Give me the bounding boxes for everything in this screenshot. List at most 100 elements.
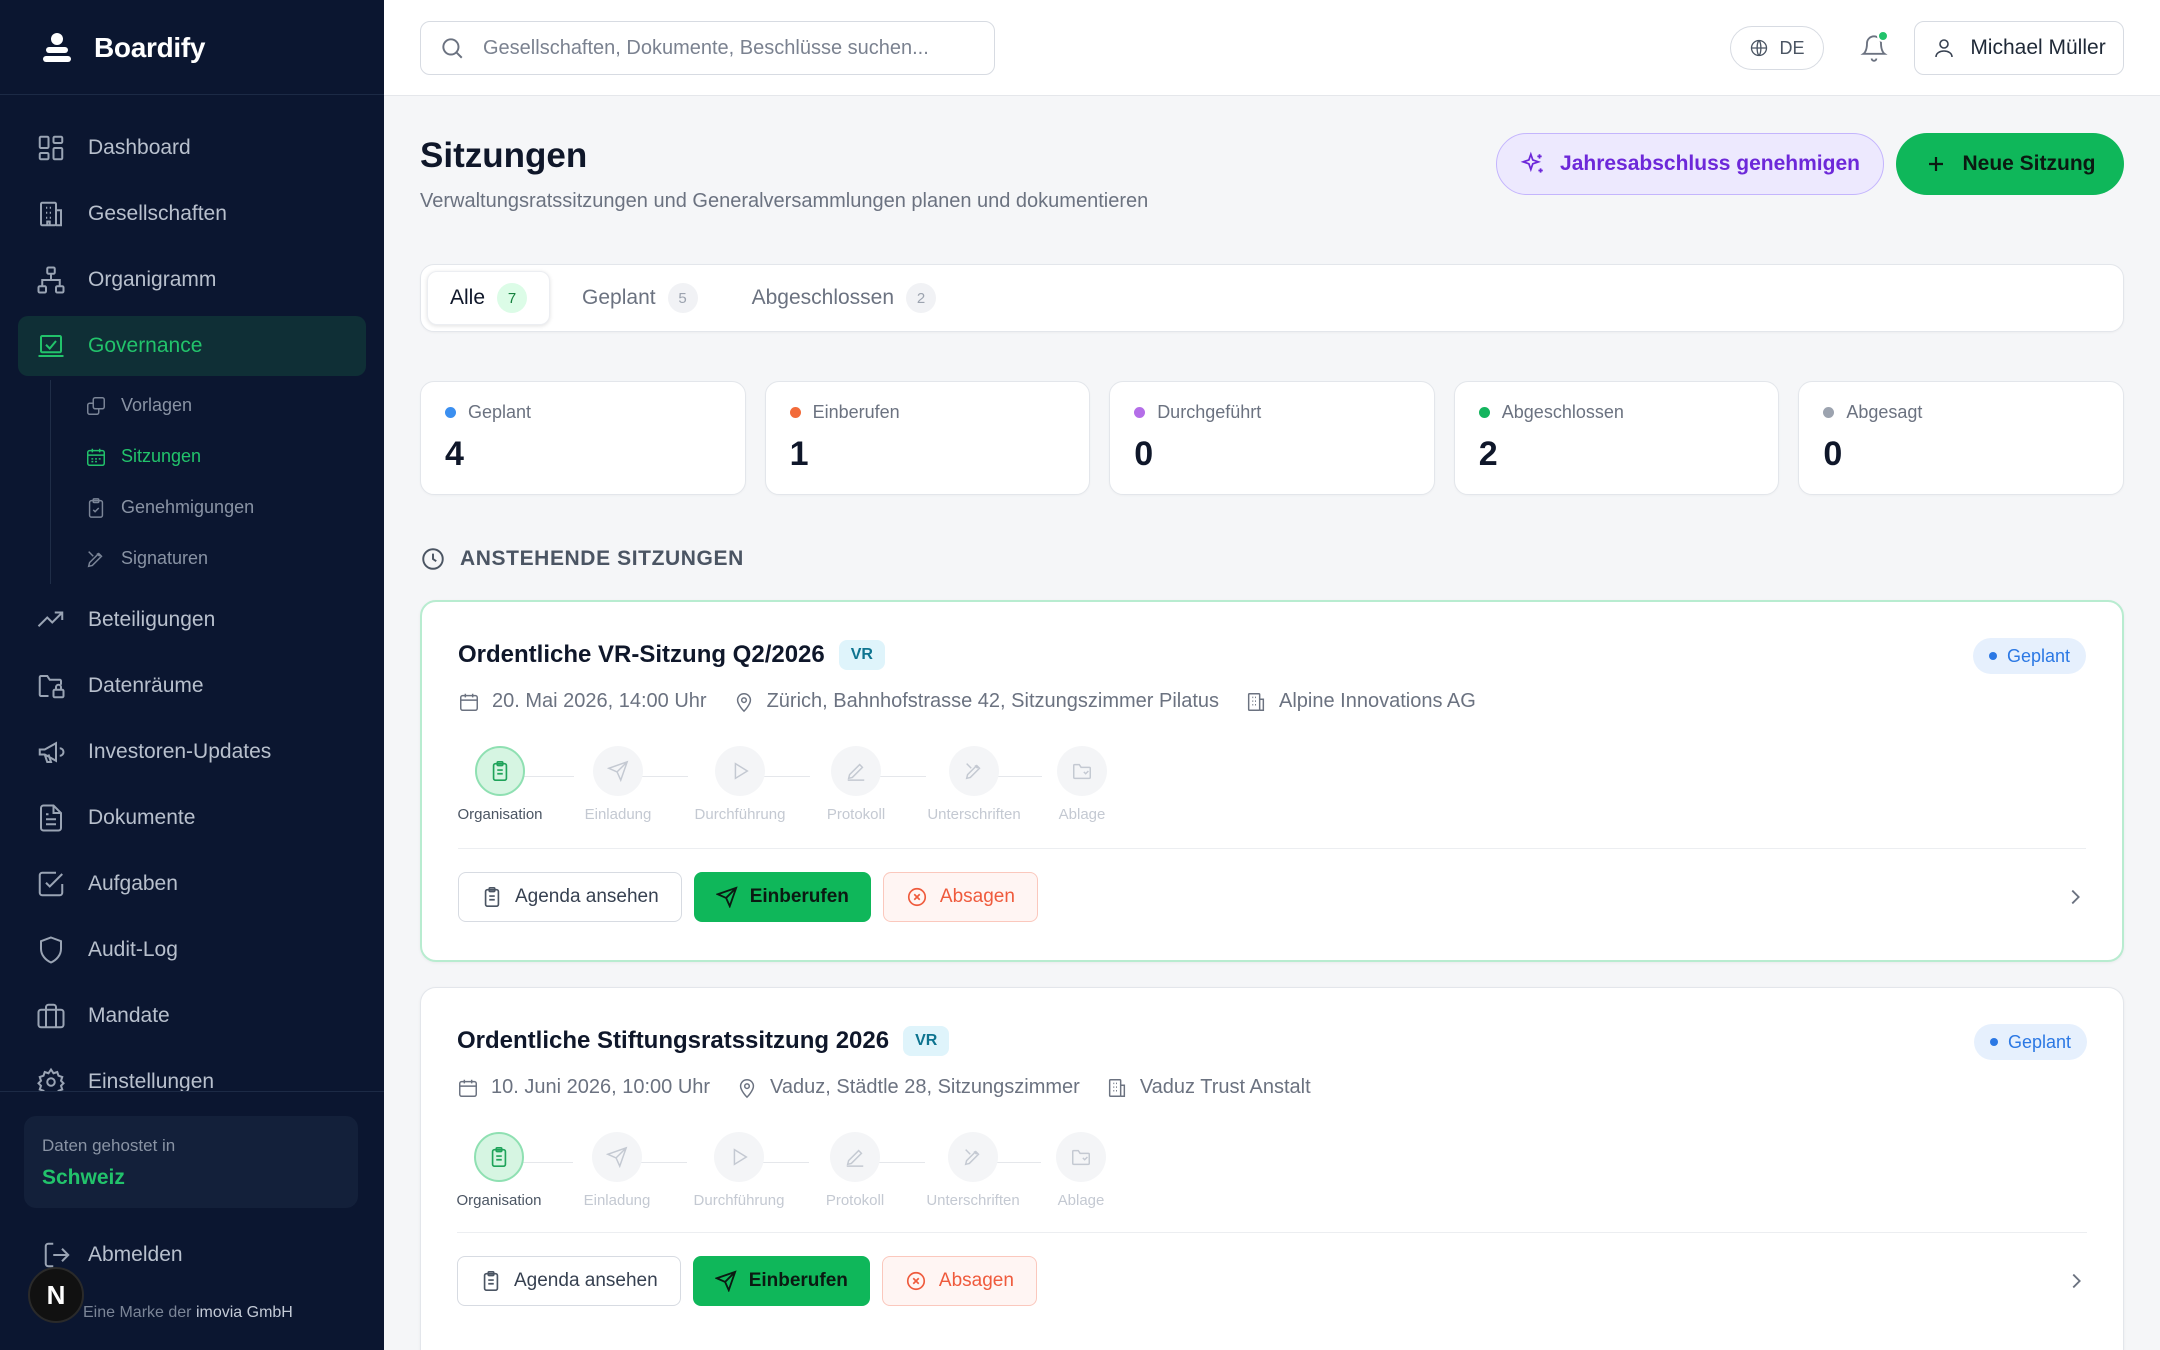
progress-steps: Organisation Einladung Durchführung Prot… [456,1132,1157,1212]
briefcase-icon [37,1003,65,1029]
sidebar-item-datenraeume[interactable]: Datenräume [18,656,366,716]
clipboard-icon [484,887,500,907]
meeting-actions: Agenda ansehen Einberufen Absagen [458,872,1038,922]
meeting-card[interactable]: Ordentliche Stiftungsratssitzung 2026 VR… [420,987,2124,1350]
meeting-date: 10. Juni 2026, 10:00 Uhr [491,1076,711,1098]
sidebar-item-investoren-updates[interactable]: Investoren-Updates [18,722,366,782]
notifications-button[interactable] [1854,28,1894,68]
step-label: Protokoll [825,1192,885,1209]
copy-icon [87,396,105,415]
filter-tabs: Alle 7 Geplant 5 Abgeschlossen 2 [420,264,2124,332]
meeting-company[interactable]: Alpine Innovations AG [1279,690,1476,713]
logout-icon [44,1242,70,1268]
sidebar-item-organigramm[interactable]: Organigramm [18,250,366,310]
subnav-item-signaturen[interactable]: Signaturen [85,533,366,584]
subnav-item-label: Vorlagen [121,395,193,415]
sidebar-item-gesellschaften[interactable]: Gesellschaften [18,184,366,244]
search-input[interactable] [483,36,963,60]
sidebar-item-dashboard[interactable]: Dashboard [18,118,366,178]
cancel-meeting-button[interactable]: Absagen [881,1256,1037,1306]
stat-card-abgeschlossen[interactable]: Abgeschlossen 2 [1453,381,1780,495]
map-pin-icon [736,692,751,712]
sidebar-item-dokumente[interactable]: Dokumente [18,788,366,848]
x-circle-icon [906,1271,925,1291]
view-agenda-button[interactable]: Agenda ansehen [457,1256,681,1306]
meeting-company[interactable]: Vaduz Trust Anstalt [1140,1076,1311,1099]
subnav-item-vorlagen[interactable]: Vorlagen [85,380,366,431]
send-icon [715,886,738,908]
meeting-card[interactable]: Ordentliche VR-Sitzung Q2/2026 VR Geplan… [420,600,2124,962]
brand[interactable]: Boardify [40,28,205,68]
search-bar[interactable] [420,21,995,75]
convene-button[interactable]: Einberufen [692,1256,870,1306]
stat-card-abgesagt[interactable]: Abgesagt 0 [1798,381,2124,495]
user-name: Michael Müller [1970,36,2106,59]
subnav-item-sitzungen[interactable]: Sitzungen [85,431,366,482]
hosting-label: Daten gehostet in [42,1136,176,1155]
tab-alle[interactable]: Alle 7 [427,271,551,325]
section-heading: ANSTEHENDE SITZUNGEN [420,546,744,572]
meeting-title: Ordentliche VR-Sitzung Q2/2026 [458,641,825,668]
tab-abgeschlossen[interactable]: Abgeschlossen 2 [730,271,958,325]
convene-button[interactable]: Einberufen [693,872,871,922]
user-menu-button[interactable]: Michael Müller [1914,21,2124,75]
shield-icon [40,936,62,964]
stat-card-geplant[interactable]: Geplant 4 [420,381,746,495]
folder-icon [1072,1149,1090,1166]
user-icon [1935,39,1954,58]
subnav-item-label: Signaturen [121,548,209,568]
status-badge: Geplant [1972,638,2086,674]
step-protokoll: Protokoll [819,1132,891,1209]
topbar: DE Michael Müller [384,0,2160,96]
sidebar-item-label: Governance [88,334,203,357]
pen-icon [87,550,103,567]
status-dot [1478,407,1490,418]
sidebar-item-beteiligungen[interactable]: Beteiligungen [18,590,366,650]
button-label: Einberufen [748,1270,848,1291]
footer-company[interactable]: imovia GmbH [196,1304,293,1321]
stat-value: 2 [1478,435,1498,473]
step-einladung: Einladung [575,1132,659,1209]
dev-badge[interactable]: N [28,1267,84,1323]
chevron-right-icon[interactable] [2064,886,2086,908]
sidebar-item-audit-log[interactable]: Audit-Log [18,920,366,980]
stat-value: 1 [789,435,809,473]
tab-geplant[interactable]: Geplant 5 [560,271,720,325]
stat-label: Durchgeführt [1157,402,1262,422]
status-dot [1988,652,1997,660]
new-meeting-button[interactable]: Neue Sitzung [1896,133,2124,195]
view-agenda-button[interactable]: Agenda ansehen [458,872,682,922]
clipboard-check-icon [88,497,104,518]
status-dot [789,407,801,418]
subnav-item-label: Genehmigungen [121,497,255,517]
hosting-info-card: Daten gehostet in Schweiz [24,1116,358,1208]
approve-annual-report-button[interactable]: Jahresabschluss genehmigen [1496,133,1884,195]
tab-label: Abgeschlossen [751,286,895,309]
new-meeting-label: Neue Sitzung [1962,152,2096,175]
step-ablage: Ablage [1050,746,1114,823]
subnav-item-genehmigungen[interactable]: Genehmigungen [85,482,366,533]
x-circle-icon [907,887,926,907]
step-label: Organisation [457,806,543,823]
sidebar-item-governance[interactable]: Governance [18,316,366,376]
status-dot [1134,407,1146,418]
cancel-meeting-button[interactable]: Absagen [882,872,1038,922]
step-label: Ablage [1057,1192,1105,1209]
meeting-meta: 20. Mai 2026, 14:00 Uhr Zürich, Bahnhofs… [458,690,1476,713]
sidebar-item-aufgaben[interactable]: Aufgaben [18,854,366,914]
meeting-meta: 10. Juni 2026, 10:00 Uhr Vaduz, Städtle … [457,1076,1311,1099]
stat-card-einberufen[interactable]: Einberufen 1 [764,381,1091,495]
sidebar-item-einstellungen[interactable]: Einstellungen [18,1052,366,1092]
sidebar-item-mandate[interactable]: Mandate [18,986,366,1046]
calendar-icon [459,1079,477,1097]
button-label: Einberufen [749,886,849,907]
plus-icon [1929,157,1944,171]
sidebar-divider [0,1091,384,1092]
stat-card-durchgefuehrt[interactable]: Durchgeführt 0 [1109,381,1435,495]
logout-button[interactable]: Abmelden [42,1240,183,1270]
chevron-right-icon[interactable] [2065,1270,2087,1292]
stat-value: 0 [1823,435,1843,473]
sidebar-item-label: Gesellschaften [88,202,227,225]
language-switcher[interactable]: DE [1730,26,1824,70]
step-unterschriften: Unterschriften [920,746,1028,823]
